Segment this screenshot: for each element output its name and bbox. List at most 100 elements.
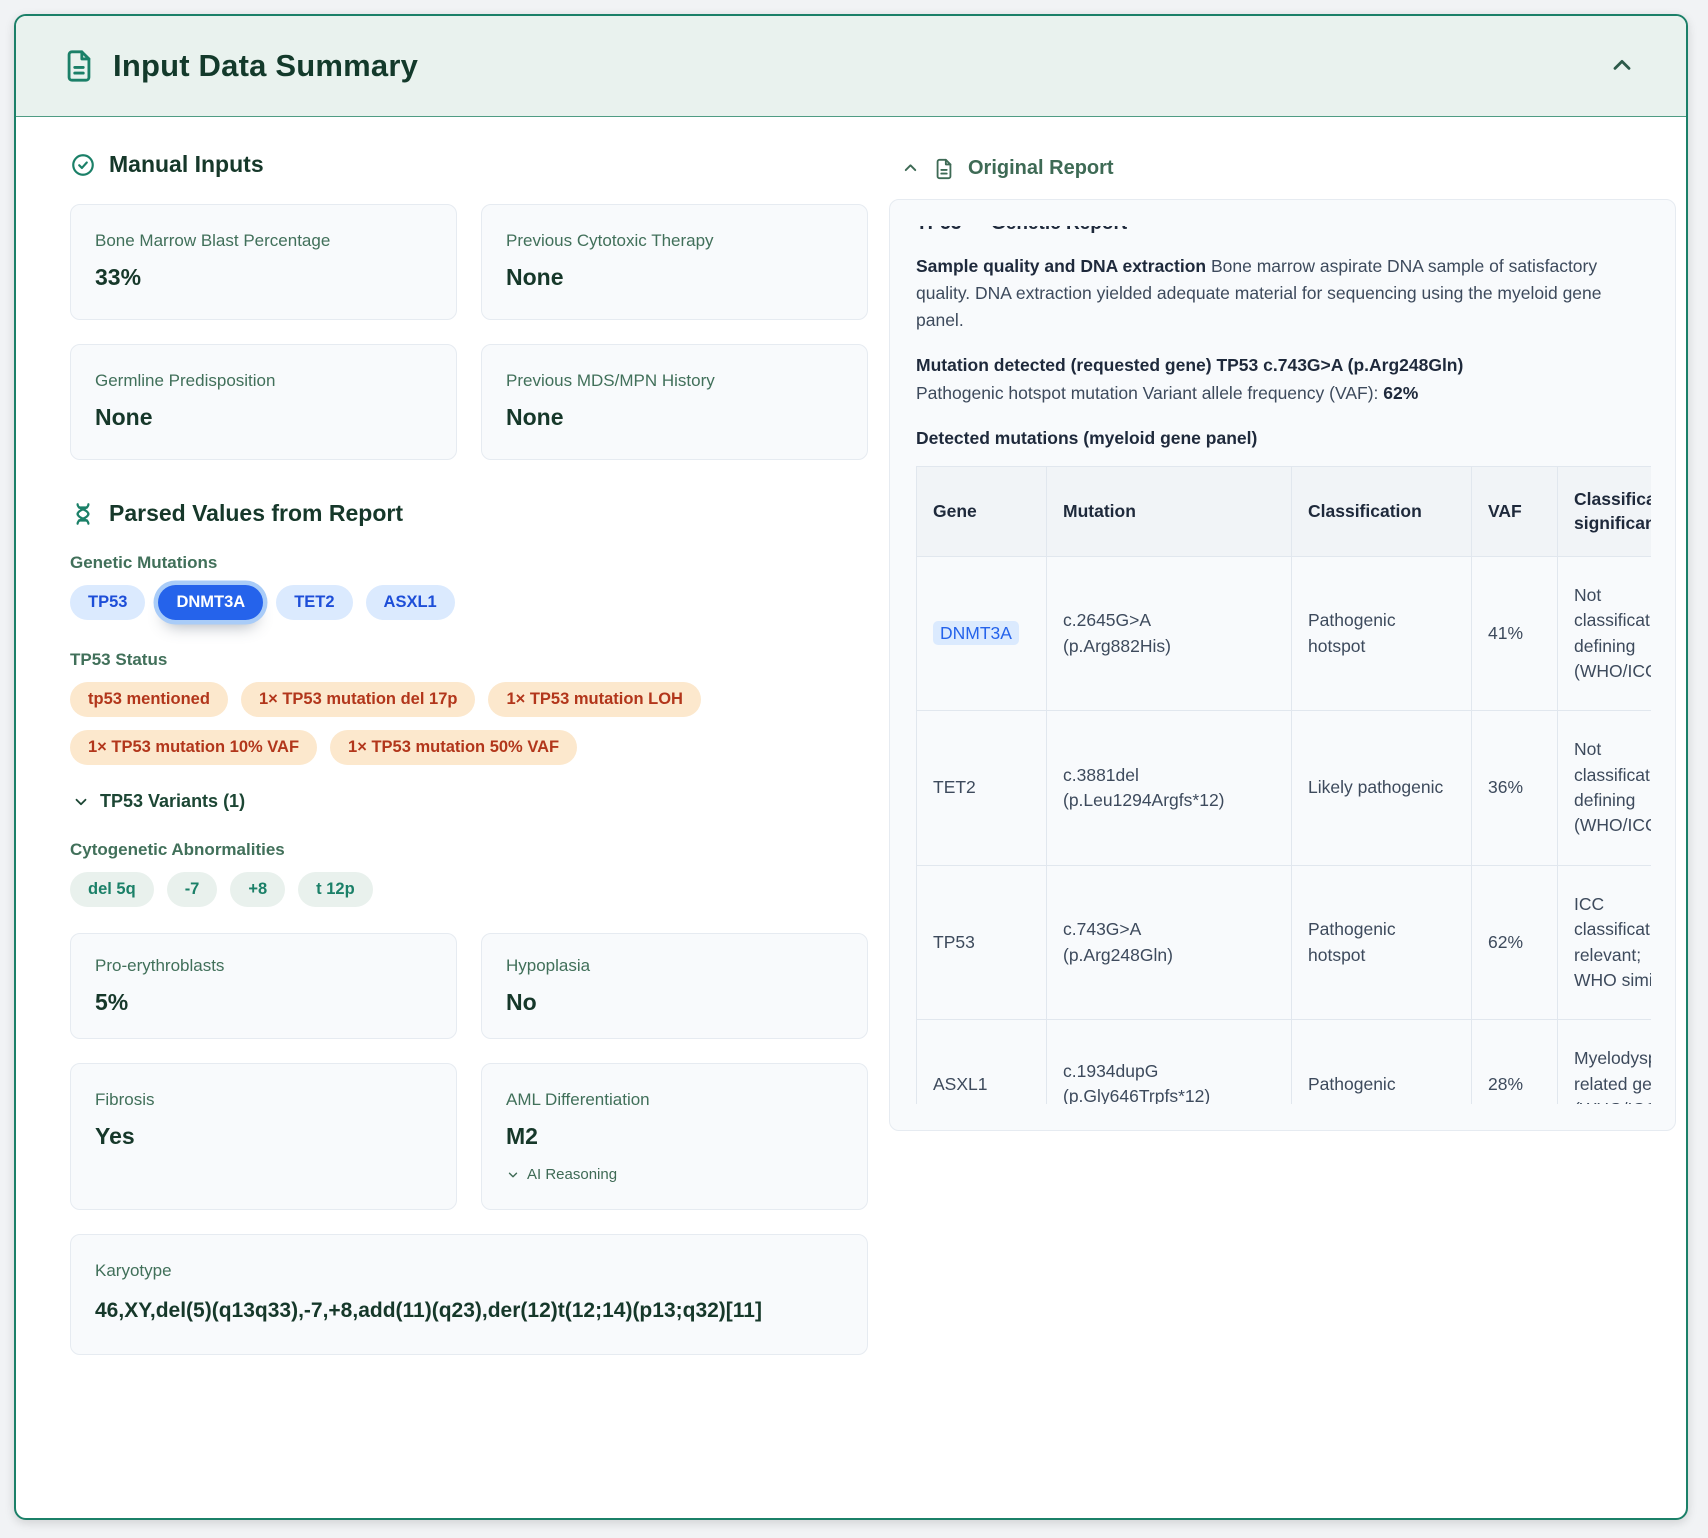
document-icon [62,49,96,83]
table-header-row: Gene Mutation Classification VAF Classif… [917,466,1652,556]
genetic-mutation-chips: TP53 DNMT3A TET2 ASXL1 [70,585,868,620]
cell-vaf: 41% [1472,556,1558,711]
report-scroll-area[interactable]: TP53 — Genetic Report Sample quality and… [916,226,1651,1104]
panel-content: Manual Inputs Bone Marrow Blast Percenta… [16,117,1686,1355]
gene-link-dnmt3a[interactable]: DNMT3A [933,621,1019,645]
metric-card-germline-predisposition: Germline Predisposition None [70,344,457,460]
cell-mutation: c.2645G>A (p.Arg882His) [1047,556,1292,711]
tp53-status-label: TP53 Status [70,650,868,670]
metric-label: Hypoplasia [506,956,843,976]
tp53-status-chips: tp53 mentioned 1× TP53 mutation del 17p … [70,682,790,765]
report-paragraph-mutation-detected: Mutation detected (requested gene) TP53 … [916,352,1651,406]
metric-card-hypoplasia: Hypoplasia No [481,933,868,1039]
genetic-mutations-label: Genetic Mutations [70,553,868,573]
metric-label: Previous MDS/MPN History [506,371,843,391]
cytogenetic-label: Cytogenetic Abnormalities [70,840,868,860]
manual-inputs-header: Manual Inputs [70,151,868,178]
parsed-cards-grid-2: Fibrosis Yes AML Differentiation M2 AI R… [70,1063,868,1210]
ai-reasoning-toggle[interactable]: AI Reasoning [506,1166,843,1183]
cell-significance: ICC classification relevant; WHO similar [1558,865,1652,1020]
metric-label: Fibrosis [95,1090,432,1110]
chevron-up-icon [901,159,920,178]
metric-value: No [506,989,843,1016]
cell-vaf: 36% [1472,711,1558,866]
chip-minus7[interactable]: -7 [167,872,218,907]
metric-card-mds-mpn-history: Previous MDS/MPN History None [481,344,868,460]
left-column: Manual Inputs Bone Marrow Blast Percenta… [70,151,868,1355]
table-row-tet2: TET2 c.3881del (p.Leu1294Argfs*12) Likel… [917,711,1652,866]
table-row-tp53: TP53 c.743G>A (p.Arg248Gln) Pathogenic h… [917,865,1652,1020]
karyotype-card: Karyotype 46,XY,del(5)(q13q33),-7,+8,add… [70,1234,868,1355]
report-doc-title: TP53 — Genetic Report [916,226,1651,235]
cell-mutation: c.743G>A (p.Arg248Gln) [1047,865,1292,1020]
cell-gene: TET2 [917,711,1047,866]
panel-header: Input Data Summary [16,16,1686,117]
table-row-dnmt3a: DNMT3A c.2645G>A (p.Arg882His) Pathogeni… [917,556,1652,711]
document-icon [933,158,955,180]
metric-label: Previous Cytotoxic Therapy [506,231,843,251]
original-report-title: Original Report [968,157,1114,180]
metric-value: None [506,404,843,431]
input-data-summary-panel: Input Data Summary Manual Inputs Bone Ma… [14,14,1688,1520]
tp53-variants-label: TP53 Variants (1) [100,791,245,812]
chip-tp53-50-vaf[interactable]: 1× TP53 mutation 50% VAF [330,730,577,765]
cytogenetic-chips: del 5q -7 +8 t 12p [70,872,868,907]
chip-del5q[interactable]: del 5q [70,872,154,907]
chip-tp53-del17p[interactable]: 1× TP53 mutation del 17p [241,682,476,717]
dna-icon [70,501,96,527]
original-report-card: TP53 — Genetic Report Sample quality and… [889,199,1676,1131]
right-column: Original Report TP53 — Genetic Report Sa… [889,151,1679,1355]
karyotype-value: 46,XY,del(5)(q13q33),-7,+8,add(11)(q23),… [95,1294,843,1328]
metric-card-pro-erythroblasts: Pro-erythroblasts 5% [70,933,457,1039]
chip-tet2[interactable]: TET2 [276,585,352,620]
chip-asxl1[interactable]: ASXL1 [366,585,455,620]
cell-classification: Pathogenic hotspot [1292,865,1472,1020]
cell-gene: TP53 [917,865,1047,1020]
col-header-classification: Classification [1292,466,1472,556]
chip-tp53-10-vaf[interactable]: 1× TP53 mutation 10% VAF [70,730,317,765]
page-title: Input Data Summary [113,48,418,84]
chip-tp53-loh[interactable]: 1× TP53 mutation LOH [488,682,701,717]
cell-classification: Pathogenic hotspot [1292,556,1472,711]
cell-significance: Not classification defining (WHO/ICC) [1558,711,1652,866]
cell-gene: ASXL1 [917,1020,1047,1104]
metric-label: AML Differentiation [506,1090,843,1110]
cell-mutation: c.3881del (p.Leu1294Argfs*12) [1047,711,1292,866]
cell-significance: Not classification defining (WHO/ICC) [1558,556,1652,711]
metric-value: Yes [95,1123,432,1150]
metric-card-aml-differentiation: AML Differentiation M2 AI Reasoning [481,1063,868,1210]
original-report-header[interactable]: Original Report [901,157,1679,180]
chevron-down-icon [506,1168,520,1182]
chevron-up-icon [1608,52,1636,80]
cell-significance: Myelodysplasia related gene (WHO/ICC) [1558,1020,1652,1104]
manual-inputs-title: Manual Inputs [109,151,264,178]
cell-vaf: 28% [1472,1020,1558,1104]
metric-label: Germline Predisposition [95,371,432,391]
chip-plus8[interactable]: +8 [230,872,285,907]
cell-classification: Likely pathogenic [1292,711,1472,866]
chip-tp53[interactable]: TP53 [70,585,145,620]
col-header-vaf: VAF [1472,466,1558,556]
check-circle-icon [70,152,96,178]
col-header-mutation: Mutation [1047,466,1292,556]
karyotype-label: Karyotype [95,1261,843,1281]
cell-vaf: 62% [1472,865,1558,1020]
chip-tp53-mentioned[interactable]: tp53 mentioned [70,682,228,717]
parsed-values-header: Parsed Values from Report [70,500,868,527]
collapse-panel-button[interactable] [1604,48,1640,84]
table-row-asxl1: ASXL1 c.1934dupG (p.Gly646Trpfs*12) Path… [917,1020,1652,1104]
metric-value: None [506,264,843,291]
metric-value: 33% [95,264,432,291]
metric-value: 5% [95,989,432,1016]
manual-inputs-grid: Bone Marrow Blast Percentage 33% Previou… [70,204,868,460]
chevron-down-icon [72,793,90,811]
tp53-variants-toggle[interactable]: TP53 Variants (1) [72,791,868,812]
chip-t12p[interactable]: t 12p [298,872,373,907]
cell-gene: DNMT3A [917,556,1047,711]
metric-value: None [95,404,432,431]
detected-mutations-heading: Detected mutations (myeloid gene panel) [916,425,1651,452]
chip-dnmt3a-selected[interactable]: DNMT3A [158,585,263,620]
metric-card-fibrosis: Fibrosis Yes [70,1063,457,1210]
metric-card-blast-percentage: Bone Marrow Blast Percentage 33% [70,204,457,320]
metric-card-cytotoxic-therapy: Previous Cytotoxic Therapy None [481,204,868,320]
